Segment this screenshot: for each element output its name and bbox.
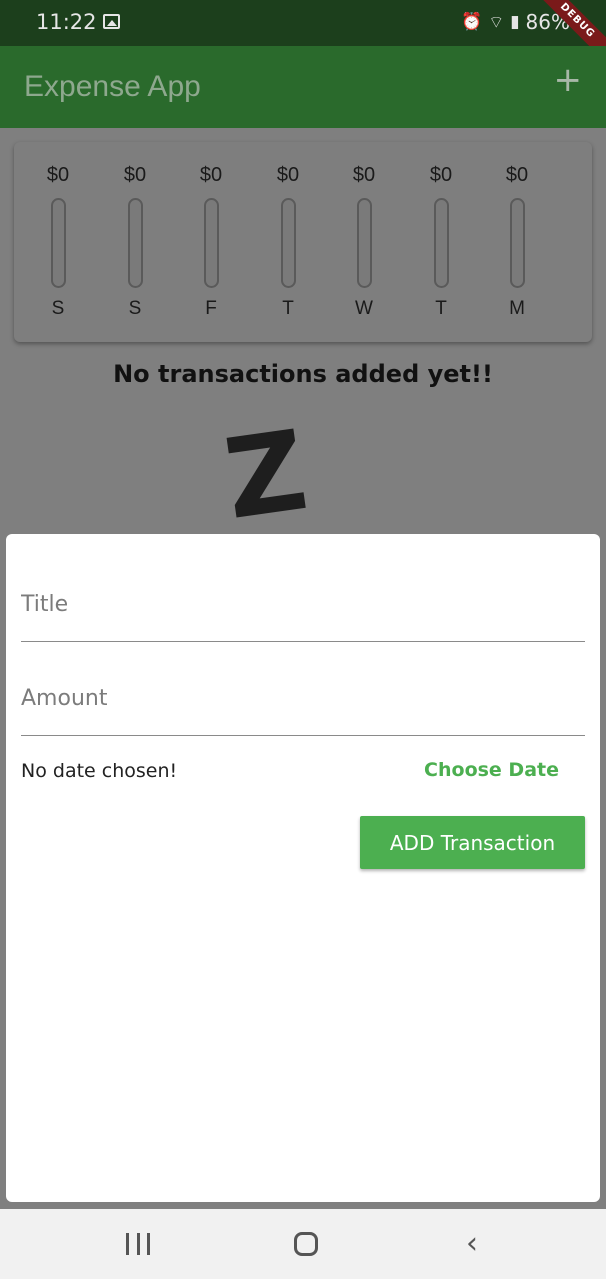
chart-bar-day: T [282, 298, 294, 319]
chart-bar-3: $0 T [268, 164, 308, 320]
chart-bar-2: $0 F [191, 164, 231, 320]
chart-bar-day: F [205, 298, 217, 319]
title-input[interactable] [21, 592, 585, 617]
chart-bar-amount: $0 [352, 164, 376, 186]
chart-bar-amount: $0 [276, 164, 300, 186]
add-transaction-icon[interactable]: + [554, 60, 583, 100]
status-right-icons: ⏰ ⌔ ▮ 86% [461, 10, 570, 34]
date-row: No date chosen! Choose Date [21, 759, 585, 790]
back-icon[interactable]: ‹ [466, 1229, 486, 1259]
wifi-icon: ⌔ [488, 12, 505, 33]
app-title: Expense App [24, 70, 201, 103]
amount-field [21, 656, 585, 736]
chart-bar-track [356, 198, 372, 288]
amount-input[interactable] [21, 686, 585, 711]
home-icon[interactable] [294, 1229, 318, 1259]
chart-bar-amount: $0 [199, 164, 223, 186]
weekly-chart-card: $0 S $0 S $0 F $0 T $0 W $0 T $0 M [14, 142, 592, 342]
chart-bar-amount: $0 [429, 164, 453, 186]
status-bar: 11:22 ⏰ ⌔ ▮ 86% DEBUG [0, 0, 606, 67]
chart-bar-track [433, 198, 449, 288]
chart-bar-1: $0 S [115, 164, 155, 320]
chart-bar-track [50, 198, 66, 288]
chart-bar-day: W [355, 298, 373, 319]
chart-bar-amount: $0 [46, 164, 70, 186]
choose-date-button[interactable]: Choose Date [424, 759, 559, 781]
chart-bar-amount: $0 [123, 164, 147, 186]
status-time: 11:22 [36, 10, 97, 34]
sleeping-z-image: Z [217, 406, 315, 544]
chart-bar-amount: $0 [505, 164, 529, 186]
chart-bar-track [203, 198, 219, 288]
chart-bar-6: $0 M [497, 164, 537, 320]
empty-state-message: No transactions added yet!! [113, 360, 493, 388]
alarm-icon: ⏰ [461, 12, 483, 32]
date-status: No date chosen! [21, 760, 178, 782]
chart-bar-day: T [435, 298, 447, 319]
add-transaction-button[interactable]: ADD Transaction [360, 816, 585, 869]
new-transaction-sheet: No date chosen! Choose Date ADD Transact… [6, 534, 600, 1202]
chart-bar-0: $0 S [38, 164, 78, 320]
chart-bar-track [280, 198, 296, 288]
chart-bar-track [509, 198, 525, 288]
chart-bar-5: $0 T [421, 164, 461, 320]
gallery-icon [103, 14, 120, 29]
chart-bar-track [127, 198, 143, 288]
screen: 11:22 ⏰ ⌔ ▮ 86% DEBUG Expense App + $0 S $… [0, 0, 606, 1279]
system-nav-bar: ‹ [0, 1209, 606, 1279]
title-field [21, 562, 585, 642]
app-bar: Expense App + [0, 46, 606, 128]
signal-icon: ▮ [510, 12, 520, 32]
recents-icon[interactable] [126, 1229, 150, 1259]
chart-bar-day: M [509, 298, 525, 319]
chart-bar-4: $0 W [344, 164, 384, 320]
chart-bar-day: S [128, 298, 142, 319]
chart-bar-day: S [51, 298, 65, 319]
